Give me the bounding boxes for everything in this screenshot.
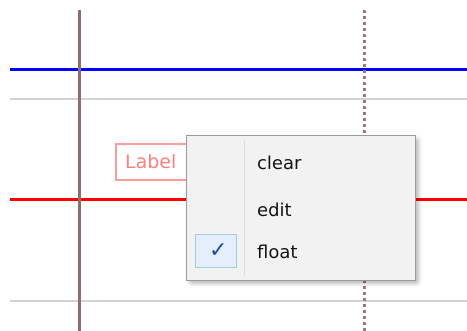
menu-item-edit[interactable]: edit — [191, 191, 411, 229]
checkmark-icon: ✓ — [209, 238, 228, 263]
drawing-canvas[interactable]: Label clear edit ✓ float — [0, 0, 467, 331]
label-text: Label — [125, 151, 177, 173]
menu-item-label: clear — [257, 153, 302, 174]
menu-item-label: edit — [257, 200, 292, 221]
label-element[interactable]: Label — [115, 143, 195, 181]
menu-item-float[interactable]: ✓ float — [191, 233, 411, 271]
vertical-guide-line-solid — [78, 10, 81, 331]
menu-item-label: float — [257, 242, 298, 263]
checked-indicator: ✓ — [195, 234, 237, 268]
context-menu: clear edit ✓ float — [186, 135, 416, 281]
menu-item-clear[interactable]: clear — [191, 144, 411, 182]
